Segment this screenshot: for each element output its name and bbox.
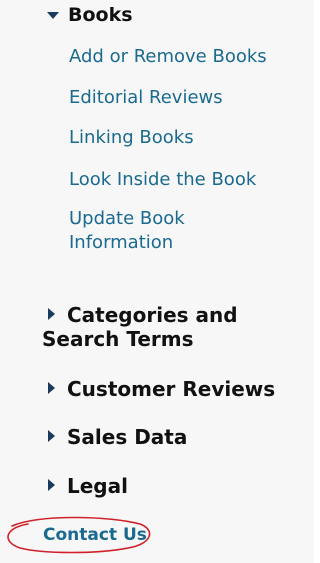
link-look-inside-the-book[interactable]: Look Inside the Book bbox=[69, 168, 289, 192]
section-customer-reviews[interactable]: Customer Reviews bbox=[42, 377, 275, 401]
link-add-or-remove-books[interactable]: Add or Remove Books bbox=[69, 45, 289, 69]
link-editorial-reviews[interactable]: Editorial Reviews bbox=[69, 86, 289, 110]
section-sales-data[interactable]: Sales Data bbox=[42, 425, 187, 449]
section-label: Legal bbox=[67, 474, 128, 498]
caret-right-icon bbox=[48, 382, 55, 394]
caret-right-icon bbox=[48, 479, 55, 491]
books-section-header[interactable]: Books bbox=[68, 4, 133, 26]
caret-right-icon bbox=[48, 308, 55, 320]
caret-down-icon[interactable] bbox=[47, 12, 59, 19]
section-legal[interactable]: Legal bbox=[42, 474, 128, 498]
section-label: Categories and Search Terms bbox=[42, 303, 238, 351]
caret-right-icon bbox=[48, 430, 55, 442]
section-label: Sales Data bbox=[67, 425, 188, 449]
link-update-book-information[interactable]: Update Book Information bbox=[69, 207, 219, 255]
link-linking-books[interactable]: Linking Books bbox=[69, 126, 289, 150]
contact-us-link[interactable]: Contact Us bbox=[43, 524, 147, 546]
section-categories-and-search-terms[interactable]: Categories and Search Terms bbox=[42, 303, 272, 351]
help-nav-panel: Books Add or Remove Books Editorial Revi… bbox=[0, 0, 314, 563]
section-label: Customer Reviews bbox=[67, 377, 276, 401]
